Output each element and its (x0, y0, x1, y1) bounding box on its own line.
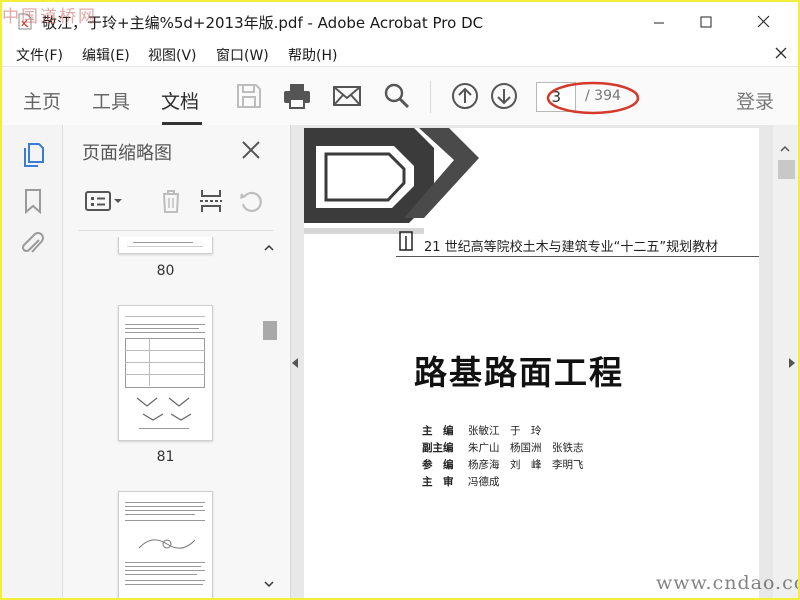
toolbar-separator (430, 81, 431, 113)
arrow-up-icon[interactable] (450, 81, 480, 111)
thumbnail-page-82[interactable] (118, 491, 213, 598)
thumbnail-label-80: 80 (156, 263, 175, 279)
menu-view[interactable]: 视图(V) (148, 45, 197, 65)
thumbnail-label-81: 81 (156, 449, 175, 465)
panel-separator (78, 230, 273, 231)
credit-line: 主 编张敏江 于 玲 (422, 425, 542, 437)
highlight-oval (546, 81, 640, 115)
menu-edit[interactable]: 编辑(E) (82, 45, 130, 65)
thumbnail-options-icon[interactable] (83, 187, 125, 215)
minimize-icon[interactable] (636, 8, 682, 36)
main-toolbar: 主页 工具 文档 3 / 394 登录 (2, 66, 798, 126)
thumbnail-scrollbar[interactable] (261, 237, 277, 593)
close-panel-icon[interactable] (240, 139, 262, 161)
maximize-icon[interactable] (682, 8, 728, 36)
tab-document[interactable]: 文档 (161, 87, 199, 114)
credit-line: 参 编杨彦海 刘 峰 李明飞 (422, 459, 584, 471)
email-icon[interactable] (332, 81, 362, 111)
arrow-down-icon[interactable] (489, 81, 519, 111)
search-icon[interactable] (382, 81, 412, 111)
login-button[interactable]: 登录 (736, 87, 774, 114)
document-view: 21 世纪高等院校土木与建筑专业“十二五”规划教材 路基路面工程 主 编张敏江 … (291, 125, 798, 598)
thumbnail-page-81[interactable] (118, 305, 213, 441)
thumbnail-list: 80 81 (63, 237, 263, 598)
bookmark-icon[interactable] (20, 187, 46, 215)
tab-home[interactable]: 主页 (23, 87, 61, 114)
title-bar: 敬江，于玲+主编%5d+2013年版.pdf - Adobe Acrobat P… (2, 2, 798, 40)
scrollbar-thumb[interactable] (263, 321, 277, 340)
book-title: 路基路面工程 (414, 353, 624, 392)
menu-help[interactable]: 帮助(H) (288, 45, 337, 65)
collapse-panel-icon[interactable] (291, 357, 299, 369)
panel-title: 页面缩略图 (82, 143, 172, 164)
credit-line: 副主编 朱广山 杨国洲 张铁志 (422, 442, 584, 454)
delete-icon[interactable] (157, 187, 185, 215)
watermark-bottom: www.cndao.com (656, 572, 798, 594)
navigation-rail (2, 125, 63, 598)
attachment-icon[interactable] (20, 231, 46, 259)
menu-window[interactable]: 窗口(W) (216, 45, 269, 65)
menu-file[interactable]: 文件(F) (16, 45, 63, 65)
extract-pages-icon[interactable] (197, 187, 225, 215)
watermark-top: 中国道桥网 (2, 7, 97, 27)
doc-scrollbar-thumb[interactable] (778, 160, 795, 179)
close-window-icon[interactable] (738, 8, 784, 36)
close-document-icon[interactable] (774, 46, 788, 60)
thumbnail-panel: 页面缩略图 80 81 (63, 125, 291, 598)
scroll-up-icon[interactable] (263, 243, 275, 253)
page-thumbnails-icon[interactable] (20, 141, 46, 169)
menu-bar: 文件(F) 编辑(E) 视图(V) 窗口(W) 帮助(H) (2, 40, 798, 66)
doc-scroll-up-icon[interactable] (779, 145, 791, 153)
print-icon[interactable] (282, 81, 312, 111)
pdf-page: 21 世纪高等院校土木与建筑专业“十二五”规划教材 路基路面工程 主 编张敏江 … (304, 128, 759, 598)
series-rule (396, 256, 759, 257)
book-series: 21 世纪高等院校土木与建筑专业“十二五”规划教材 (424, 240, 719, 255)
credit-line: 主 审冯德成 (422, 476, 500, 488)
window-title: 敬江，于玲+主编%5d+2013年版.pdf - Adobe Acrobat P… (42, 14, 484, 32)
tab-tools[interactable]: 工具 (92, 87, 130, 114)
thumbnail-page-80[interactable] (118, 237, 213, 254)
scroll-down-icon[interactable] (263, 579, 275, 589)
save-icon[interactable] (234, 81, 264, 111)
acrobat-window: 敬江，于玲+主编%5d+2013年版.pdf - Adobe Acrobat P… (2, 2, 798, 598)
expand-right-panel-icon[interactable] (789, 357, 796, 369)
rotate-icon[interactable] (237, 187, 265, 215)
